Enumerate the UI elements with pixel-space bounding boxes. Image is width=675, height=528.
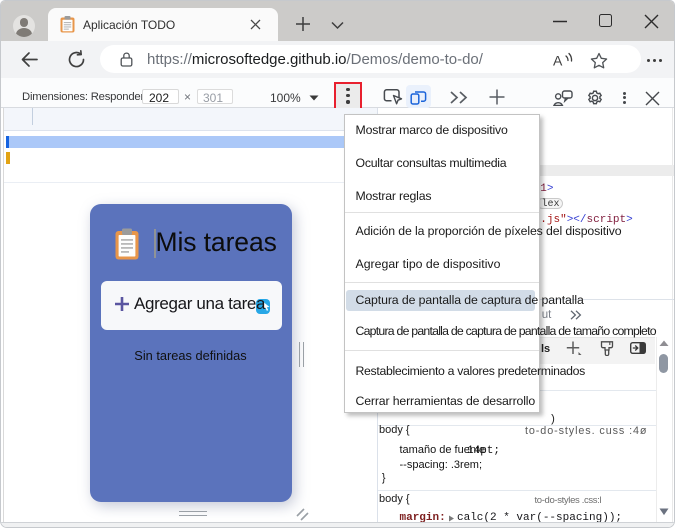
- svg-text:A: A: [553, 53, 563, 69]
